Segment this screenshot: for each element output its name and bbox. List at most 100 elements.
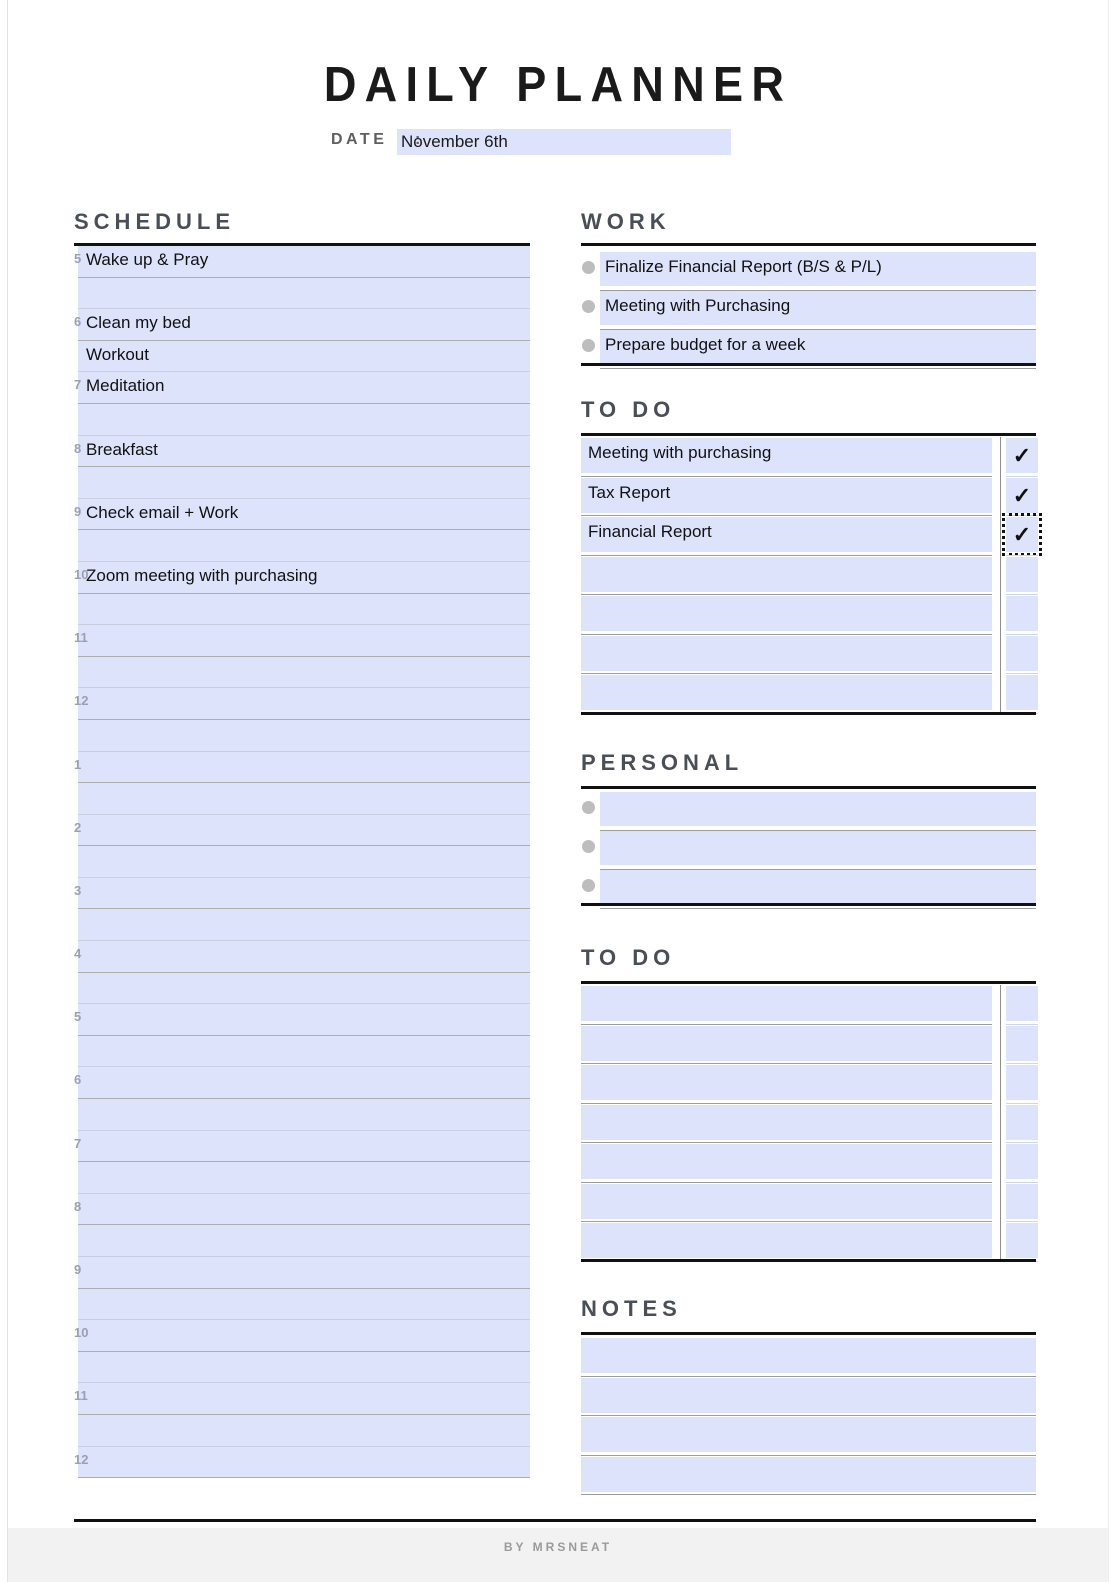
todo-row[interactable]	[581, 556, 1038, 595]
notes-heading: NOTES	[581, 1296, 682, 1321]
todo-text-field[interactable]	[581, 635, 992, 671]
todo-row[interactable]	[581, 674, 1038, 714]
list-item[interactable]	[581, 792, 1036, 831]
todo-text-field[interactable]	[581, 1183, 992, 1219]
todo-row[interactable]	[581, 1025, 1038, 1064]
schedule-row[interactable]	[74, 593, 530, 626]
todo-row[interactable]	[581, 1064, 1038, 1104]
schedule-row[interactable]	[74, 909, 530, 942]
schedule-row[interactable]	[74, 467, 530, 499]
schedule-row[interactable]	[74, 972, 530, 1005]
schedule-row[interactable]: 7 Meditation	[74, 372, 530, 404]
schedule-row[interactable]	[74, 1414, 530, 1447]
schedule-row-separator	[74, 1477, 530, 1479]
todo-bottom-list	[581, 985, 1038, 1262]
schedule-row[interactable]	[74, 846, 530, 878]
date-input[interactable]: November 6th	[397, 129, 731, 155]
todo-checkbox[interactable]	[1006, 1104, 1038, 1140]
schedule-row[interactable]: 3	[74, 877, 530, 910]
notes-row[interactable]	[581, 1337, 1036, 1377]
todo-text-field[interactable]	[581, 1144, 992, 1179]
todo-checkbox[interactable]	[1006, 1144, 1038, 1179]
schedule-row[interactable]: 1	[74, 751, 530, 784]
work-rule-bottom	[581, 363, 1036, 366]
todo-text-field[interactable]	[581, 1223, 992, 1258]
list-item[interactable]	[581, 831, 1036, 870]
todo-text-field[interactable]	[581, 1104, 992, 1140]
notes-field	[581, 1377, 1036, 1413]
schedule-row-field	[78, 1446, 530, 1479]
todo-checkbox[interactable]	[1006, 1025, 1038, 1061]
schedule-row-field	[78, 530, 530, 562]
schedule-row[interactable]: 12	[74, 688, 530, 720]
schedule-row[interactable]	[74, 1099, 530, 1131]
schedule-row[interactable]: 4	[74, 941, 530, 973]
todo-checkbox[interactable]	[1006, 635, 1038, 671]
schedule-row[interactable]: 8 Breakfast	[74, 435, 530, 468]
schedule-row[interactable]	[74, 1351, 530, 1384]
schedule-hour-label: 2	[74, 819, 82, 835]
todo-text-field[interactable]	[581, 675, 992, 710]
schedule-row[interactable]	[74, 1225, 530, 1257]
todo-row[interactable]	[581, 985, 1038, 1025]
todo-text-field[interactable]	[581, 986, 992, 1021]
page-title: DAILY PLANNER	[323, 58, 793, 112]
schedule-row[interactable]: 11	[74, 1383, 530, 1415]
schedule-row[interactable]	[74, 656, 530, 689]
schedule-row[interactable]	[74, 1162, 530, 1194]
todo-checkbox[interactable]	[1006, 986, 1038, 1021]
schedule-row[interactable]: 6 Clean my bed	[74, 309, 530, 341]
todo-checkbox[interactable]: ✓	[1006, 438, 1038, 473]
schedule-row[interactable]: 10	[74, 1320, 530, 1352]
todo-text-field[interactable]	[581, 1065, 992, 1100]
schedule-row[interactable]: 8	[74, 1193, 530, 1226]
todo-text-field[interactable]	[581, 596, 992, 631]
todo-checkbox[interactable]	[1006, 1223, 1038, 1258]
schedule-row[interactable]: 6	[74, 1067, 530, 1100]
todo-text-field[interactable]	[581, 556, 992, 592]
schedule-row[interactable]: 9	[74, 1257, 530, 1289]
schedule-row[interactable]	[74, 530, 530, 562]
schedule-row[interactable]	[74, 277, 530, 310]
schedule-row[interactable]	[74, 783, 530, 815]
todo-checkbox[interactable]	[1006, 556, 1038, 592]
schedule-row[interactable]	[74, 1288, 530, 1321]
schedule-hour-label: 8	[74, 1198, 82, 1214]
todo-row[interactable]	[581, 1222, 1038, 1262]
todo-checkbox[interactable]: ✓	[1006, 477, 1038, 513]
todo-checkbox[interactable]	[1006, 596, 1038, 631]
schedule-row[interactable]: 9 Check email + Work	[74, 498, 530, 531]
list-item[interactable]: Meeting with Purchasing	[581, 291, 1036, 330]
todo-row[interactable]: Meeting with purchasing ✓	[581, 437, 1038, 477]
todo-text-field[interactable]	[581, 1025, 992, 1061]
todo-row[interactable]	[581, 635, 1038, 674]
schedule-row[interactable]: Workout	[74, 340, 530, 373]
notes-row[interactable]	[581, 1377, 1036, 1416]
schedule-row[interactable]: 2	[74, 814, 530, 847]
todo-checkbox-focused[interactable]: ✓	[1002, 513, 1042, 556]
todo-checkbox[interactable]	[1006, 1065, 1038, 1100]
todo-row[interactable]	[581, 595, 1038, 635]
list-item[interactable]: Finalize Financial Report (B/S & P/L)	[581, 252, 1036, 291]
todo-checkbox[interactable]	[1006, 675, 1038, 710]
schedule-row[interactable]: 10 Zoom meeting with purchasing	[74, 561, 530, 594]
schedule-row[interactable]: 12	[74, 1446, 530, 1479]
todo-checkbox[interactable]	[1006, 1183, 1038, 1219]
list-item-field	[600, 792, 1036, 826]
notes-row[interactable]	[581, 1456, 1036, 1495]
schedule-row[interactable]	[74, 719, 530, 752]
todo-row[interactable]: Tax Report ✓	[581, 477, 1038, 516]
schedule-row[interactable]: 5	[74, 1004, 530, 1036]
schedule-row[interactable]: 11	[74, 625, 530, 657]
notes-row[interactable]	[581, 1416, 1036, 1456]
schedule-hour-label: 12	[74, 1451, 89, 1467]
todo-row[interactable]	[581, 1143, 1038, 1183]
schedule-row[interactable]: 7	[74, 1130, 530, 1163]
schedule-row-field	[78, 1351, 530, 1384]
todo-row[interactable]	[581, 1104, 1038, 1143]
schedule-row[interactable]: 5 Wake up & Pray	[74, 246, 530, 278]
todo-row[interactable]: Financial Report ✓	[581, 513, 1042, 556]
todo-row[interactable]	[581, 1183, 1038, 1222]
schedule-row[interactable]	[74, 403, 530, 436]
schedule-row[interactable]	[74, 1035, 530, 1068]
